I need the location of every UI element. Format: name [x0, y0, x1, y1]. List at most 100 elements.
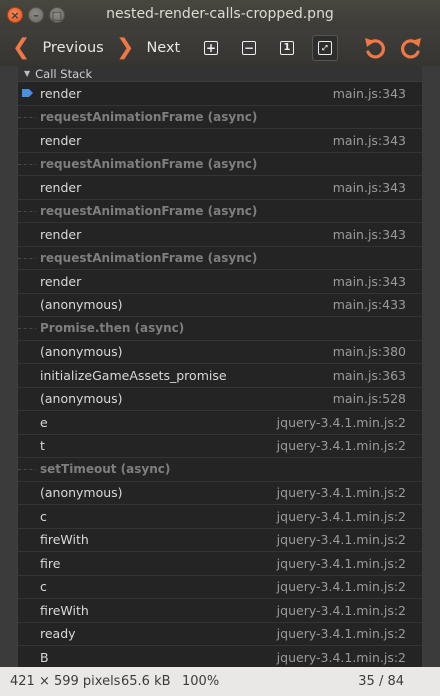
function-name: render	[40, 179, 82, 195]
async-separator-row: Promise.then (async)	[18, 317, 422, 341]
chevron-right-icon: ❯	[116, 35, 135, 60]
function-name: render	[40, 226, 82, 242]
source-location-link[interactable]: main.js:363	[333, 368, 406, 383]
best-fit-button[interactable]: ⤢	[312, 35, 338, 61]
async-label: Promise.then (async)	[36, 321, 189, 336]
function-name: (anonymous)	[40, 344, 123, 360]
best-fit-icon: ⤢	[318, 41, 332, 55]
async-separator-line	[18, 116, 38, 118]
zoom-out-icon: −	[242, 41, 256, 55]
async-separator-line	[18, 328, 38, 330]
stack-frame-row[interactable]: Bjquery-3.4.1.min.js:2	[18, 646, 422, 667]
stack-frame-row[interactable]: ready jquery-3.4.1.min.js:2	[18, 623, 422, 646]
source-location-link[interactable]: jquery-3.4.1.min.js:2	[277, 438, 406, 453]
stack-frame-row[interactable]: (anonymous) main.js:528	[18, 388, 422, 411]
async-label: requestAnimationFrame (async)	[36, 109, 262, 124]
call-stack-frame-list: render main.js:343 requestAnimationFrame (…	[18, 82, 422, 667]
function-name: fireWith	[40, 602, 89, 618]
async-separator-line	[18, 469, 38, 471]
source-location-link[interactable]: main.js:433	[333, 297, 406, 312]
stack-frame-row[interactable]: t jquery-3.4.1.min.js:2	[18, 435, 422, 458]
source-location-link[interactable]: jquery-3.4.1.min.js:2	[277, 556, 406, 571]
window-title-bar: × – □ nested-render-calls-cropped.png	[0, 0, 440, 30]
function-name: (anonymous)	[40, 485, 123, 501]
async-separator-row: setTimeout (async)	[18, 458, 422, 482]
zoom-out-button[interactable]: −	[236, 35, 262, 61]
chevron-left-icon: ❮	[12, 35, 31, 60]
stack-frame-row[interactable]: c jquery-3.4.1.min.js:2	[18, 505, 422, 529]
stack-frame-row[interactable]: (anonymous) main.js:433	[18, 294, 422, 317]
source-location-link[interactable]: main.js:343	[333, 133, 406, 148]
status-bar: 421 × 599 pixels 65.6 kB 100% 35 / 84	[0, 667, 440, 696]
function-name: e	[40, 414, 48, 430]
file-size: 65.6 kB	[121, 674, 171, 689]
source-location-link[interactable]: main.js:343	[333, 180, 406, 195]
async-label: requestAnimationFrame (async)	[36, 250, 262, 265]
async-separator-row: requestAnimationFrame (async)	[18, 106, 422, 129]
previous-button[interactable]: ❮ Previous	[12, 30, 104, 66]
source-location-link[interactable]: main.js:343	[333, 227, 406, 242]
stack-frame-row[interactable]: (anonymous) jquery-3.4.1.min.js:2	[18, 482, 422, 505]
stack-frame-row[interactable]: initializeGameAssets_promise main.js:363	[18, 364, 422, 388]
function-name: fire	[40, 555, 61, 571]
stack-frame-row[interactable]: (anonymous) main.js:380	[18, 341, 422, 364]
function-name: c	[40, 579, 47, 595]
async-label: setTimeout (async)	[36, 462, 175, 477]
stack-frame-row[interactable]: render main.js:343	[18, 176, 422, 200]
next-button[interactable]: ❯ Next	[116, 30, 180, 66]
stack-frame-row[interactable]: e jquery-3.4.1.min.js:2	[18, 411, 422, 435]
async-separator-line	[18, 163, 38, 165]
source-location-link[interactable]: jquery-3.4.1.min.js:2	[277, 532, 406, 547]
stack-frame-row[interactable]: render main.js:343	[18, 82, 422, 106]
function-name: render	[40, 85, 82, 101]
function-name: t	[40, 438, 45, 454]
rotate-left-icon[interactable]	[362, 34, 388, 62]
function-name: (anonymous)	[40, 297, 123, 313]
function-name: (anonymous)	[40, 391, 123, 407]
rotate-right-icon[interactable]	[398, 34, 424, 62]
source-location-link[interactable]: main.js:528	[333, 391, 406, 406]
async-label: requestAnimationFrame (async)	[36, 203, 262, 218]
function-name: fireWith	[40, 532, 89, 548]
image-background-left	[0, 66, 17, 667]
function-name: c	[40, 508, 47, 524]
triangle-down-icon: ▼	[24, 69, 31, 78]
current-frame-arrow-icon	[22, 89, 33, 97]
stack-frame-row[interactable]: fire jquery-3.4.1.min.js:2	[18, 552, 422, 576]
async-label: requestAnimationFrame (async)	[36, 156, 262, 171]
window-title: nested-render-calls-cropped.png	[106, 6, 334, 22]
async-separator-line	[18, 257, 38, 259]
source-location-link[interactable]: jquery-3.4.1.min.js:2	[277, 415, 406, 430]
image-background-right	[422, 66, 440, 667]
stack-frame-row[interactable]: render main.js:343	[18, 270, 422, 294]
viewer-toolbar: ❮ Previous ❯ Next + − 1 ⤢	[0, 30, 440, 67]
previous-label: Previous	[42, 40, 104, 56]
normal-size-icon: 1	[280, 41, 294, 55]
stack-frame-row[interactable]: fireWith jquery-3.4.1.min.js:2	[18, 599, 422, 623]
source-location-link[interactable]: main.js:380	[333, 344, 406, 359]
source-location-link[interactable]: jquery-3.4.1.min.js:2	[277, 579, 406, 594]
zoom-level: 100%	[182, 674, 220, 689]
zoom-in-icon: +	[204, 41, 218, 55]
call-stack-header[interactable]: ▼ Call Stack	[18, 66, 422, 82]
next-label: Next	[146, 40, 181, 56]
function-name: B	[40, 649, 49, 665]
stack-frame-row[interactable]: render main.js:343	[18, 223, 422, 247]
stack-frame-row[interactable]: render main.js:343	[18, 129, 422, 153]
source-location-link[interactable]: jquery-3.4.1.min.js:2	[277, 509, 406, 524]
source-location-link[interactable]: jquery-3.4.1.min.js:2	[277, 626, 406, 641]
function-name: ready	[40, 626, 76, 642]
image-content-call-stack: ▼ Call Stack render main.js:343 requestAni…	[17, 66, 422, 667]
zoom-in-button[interactable]: +	[198, 35, 224, 61]
image-dimensions: 421 × 599 pixels	[10, 674, 121, 689]
source-location-link[interactable]: main.js:343	[333, 86, 406, 101]
source-location-link[interactable]: jquery-3.4.1.min.js:2	[277, 650, 406, 665]
stack-frame-row[interactable]: c jquery-3.4.1.min.js:2	[18, 576, 422, 599]
function-name: initializeGameAssets_promise	[40, 367, 227, 383]
call-stack-title: Call Stack	[35, 66, 93, 81]
source-location-link[interactable]: jquery-3.4.1.min.js:2	[277, 485, 406, 500]
source-location-link[interactable]: jquery-3.4.1.min.js:2	[277, 603, 406, 618]
normal-size-button[interactable]: 1	[274, 35, 300, 61]
stack-frame-row[interactable]: fireWith jquery-3.4.1.min.js:2	[18, 529, 422, 552]
source-location-link[interactable]: main.js:343	[333, 274, 406, 289]
